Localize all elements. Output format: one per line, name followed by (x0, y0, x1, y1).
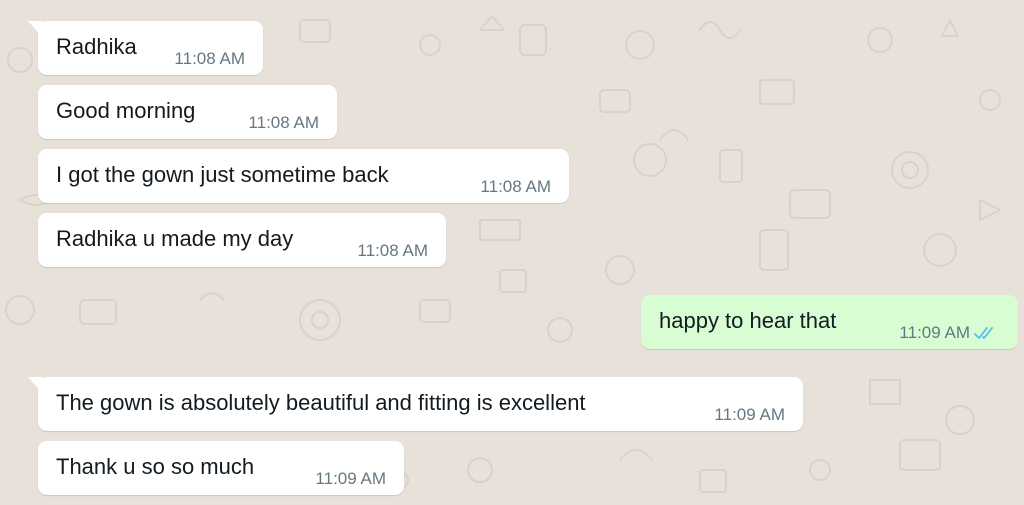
incoming-message[interactable]: Good morning 11:08 AM (38, 85, 337, 139)
message-text: Radhika (56, 34, 137, 59)
double-check-icon (974, 327, 993, 339)
message-text: I got the gown just sometime back (56, 162, 389, 187)
bubble-tail (28, 377, 42, 393)
message-timestamp: 11:08 AM (357, 241, 428, 260)
message-timestamp: 11:09 AM (899, 323, 970, 342)
message-timestamp: 11:08 AM (174, 49, 245, 68)
bubble-tail (28, 21, 42, 37)
incoming-message[interactable]: I got the gown just sometime back 11:08 … (38, 149, 569, 203)
incoming-message[interactable]: The gown is absolutely beautiful and fit… (28, 377, 803, 431)
outgoing-message[interactable]: happy to hear that 11:09 AM (641, 295, 1018, 349)
message-text: Radhika u made my day (56, 226, 294, 251)
incoming-message[interactable]: Radhika u made my day 11:08 AM (38, 213, 446, 267)
message-timestamp: 11:08 AM (480, 177, 551, 196)
incoming-message[interactable]: Thank u so so much 11:09 AM (38, 441, 404, 495)
incoming-message[interactable]: Radhika 11:08 AM (28, 21, 263, 75)
message-timestamp: 11:09 AM (315, 469, 386, 488)
message-timestamp: 11:09 AM (714, 405, 785, 424)
message-timestamp: 11:08 AM (248, 113, 319, 132)
message-text: Thank u so so much (56, 454, 255, 479)
message-text: happy to hear that (659, 308, 837, 333)
chat-message-list[interactable]: Radhika 11:08 AM Good morning 11:08 AM I… (0, 0, 1024, 505)
message-text: The gown is absolutely beautiful and fit… (56, 390, 586, 415)
message-text: Good morning (56, 98, 196, 123)
